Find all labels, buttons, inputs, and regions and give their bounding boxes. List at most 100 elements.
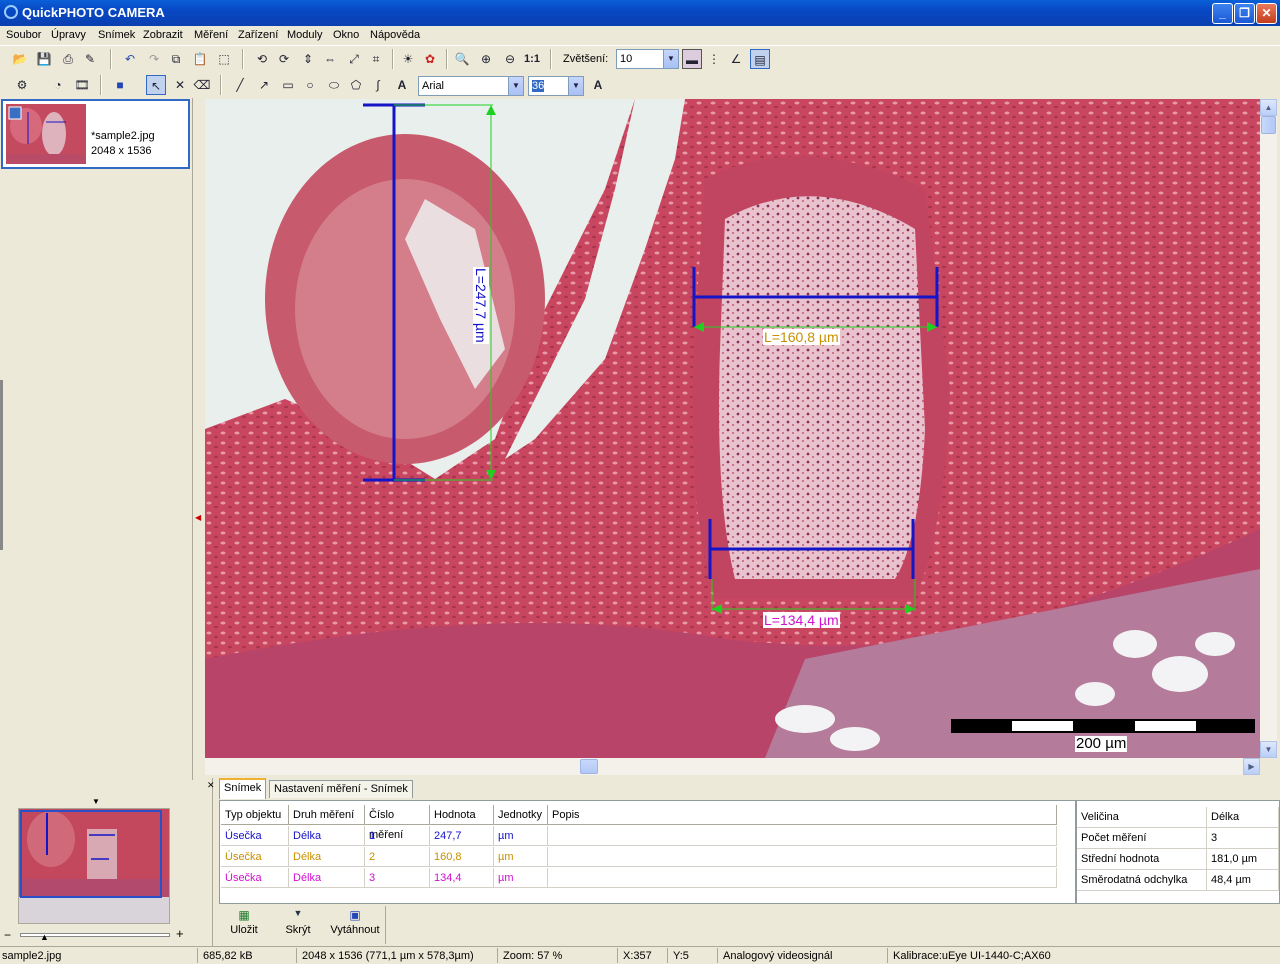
film-icon[interactable]: 🎞 [72, 75, 92, 95]
scroll-down-icon[interactable]: ▼ [1260, 741, 1277, 758]
panel-grip[interactable] [205, 778, 213, 946]
edit-icon[interactable]: ✎ [80, 49, 100, 69]
crop-icon[interactable]: ⌗ [366, 49, 386, 69]
text-icon[interactable]: A [392, 75, 412, 95]
cell-number: 2 [365, 847, 430, 867]
ellipse-icon[interactable]: ⬭ [324, 75, 344, 95]
scalebar-icon[interactable]: ▬ [682, 49, 702, 69]
flip-horizontal-icon[interactable]: ⇔ [320, 49, 340, 69]
eraser-icon[interactable]: ⌫ [192, 75, 212, 95]
collapse-arrow-icon[interactable]: ◀ [195, 513, 201, 522]
image-thumbnail-card[interactable]: *sample2.jpg 2048 x 1536 [1, 99, 190, 169]
menu-zarizeni[interactable]: Zařízení [238, 29, 278, 41]
maximize-button[interactable]: ❐ [1234, 3, 1255, 24]
status-source: Analogový videosignál [723, 950, 833, 962]
menu-soubor[interactable]: Soubor [6, 29, 41, 41]
scroll-up-icon[interactable]: ▲ [1260, 99, 1277, 116]
redo-icon[interactable]: ↷ [144, 49, 164, 69]
font-size-select[interactable]: 36 ▼ [528, 76, 584, 96]
cell-desc[interactable] [548, 868, 1057, 888]
pull-measurements-button[interactable]: ▣ Vytáhnout [327, 908, 383, 936]
print-icon[interactable]: ⎙ [58, 49, 78, 69]
circle-icon[interactable]: ○ [300, 75, 320, 95]
slider-thumb-icon[interactable]: ▲ [40, 932, 49, 942]
window-title: QuickPHOTO CAMERA [22, 5, 165, 20]
column-header[interactable]: Jednotky [494, 805, 548, 825]
stats-header-length: Délka [1207, 807, 1279, 828]
resize-icon[interactable]: ⤢ [344, 49, 364, 69]
menu-moduly[interactable]: Moduly [287, 29, 322, 41]
thumbnail-filename: *sample2.jpg [91, 130, 155, 142]
column-header[interactable]: Hodnota [430, 805, 494, 825]
scroll-right-icon[interactable]: ▶ [1243, 758, 1260, 775]
timer-icon[interactable]: ◔ [48, 75, 68, 95]
column-header[interactable]: Číslo měření [365, 805, 430, 841]
measurement-label-1[interactable]: L=247,7 µm [473, 267, 489, 344]
navigator-preview[interactable] [18, 808, 170, 924]
font-select[interactable]: Arial ▼ [418, 76, 524, 96]
close-button[interactable]: ✕ [1256, 3, 1277, 24]
panel-close-icon[interactable]: ✕ [207, 780, 215, 791]
minimize-button[interactable]: _ [1212, 3, 1233, 24]
curve-icon[interactable]: ∫ [368, 75, 388, 95]
tab-snimek[interactable]: Snímek [219, 778, 267, 799]
polygon-icon[interactable]: ⬠ [346, 75, 366, 95]
rotate-right-icon[interactable]: ⟳ [274, 49, 294, 69]
measurement-label-2[interactable]: L=160,8 µm [763, 329, 840, 345]
column-header[interactable]: Typ objektu [221, 805, 289, 825]
menu-okno[interactable]: Okno [333, 29, 359, 41]
angle-icon[interactable]: ∠ [726, 49, 746, 69]
delete-icon[interactable]: ✕ [170, 75, 190, 95]
horizontal-scroll-thumb[interactable] [580, 759, 598, 774]
chevron-down-icon: ▼ [568, 77, 583, 95]
menu-snimek[interactable]: Snímek [98, 29, 135, 41]
font-color-icon[interactable]: A [588, 75, 608, 95]
color-picker-icon[interactable]: ■ [110, 75, 130, 95]
camera-icon[interactable]: ⚙ [12, 75, 32, 95]
vertical-scroll-thumb[interactable] [1261, 116, 1276, 134]
zoom-1-1-button[interactable]: 1:1 [522, 49, 542, 69]
paste-icon[interactable]: 📋 [190, 49, 210, 69]
open-icon[interactable]: 📂 [10, 49, 30, 69]
hide-measurements-button[interactable]: ▼ Skrýt [283, 908, 313, 936]
menu-mereni[interactable]: Měření [194, 29, 228, 41]
zoom-out-small-icon[interactable]: − [4, 928, 11, 942]
navigator-collapse-icon[interactable]: ▼ [92, 797, 100, 806]
image-canvas[interactable]: L=247,7 µm L=160,8 µm L=134,4 µm 200 µm [205, 99, 1260, 758]
zoom-in-small-icon[interactable]: + [176, 926, 184, 941]
menu-upravy[interactable]: Úpravy [51, 29, 86, 41]
vertical-scrollbar[interactable]: ▲ ▼ [1260, 99, 1277, 758]
rectangle-icon[interactable]: ▭ [278, 75, 298, 95]
horizontal-scrollbar[interactable]: ▶ [205, 758, 1260, 775]
save-icon[interactable]: 💾 [34, 49, 54, 69]
vertical-scalebar-icon[interactable]: ⋮ [704, 49, 724, 69]
column-header[interactable]: Popis [548, 805, 1057, 825]
status-bar: sample2.jpg 685,82 kB 2048 x 1536 (771,1… [0, 946, 1280, 964]
flip-vertical-icon[interactable]: ⇕ [298, 49, 318, 69]
cell-value: 160,8 [430, 847, 494, 867]
select-rect-icon[interactable]: ⬚ [214, 49, 234, 69]
panel-toggle-icon[interactable]: ▤ [750, 49, 770, 69]
column-header[interactable]: Druh měření [289, 805, 365, 825]
zoom-in-icon[interactable]: ⊕ [476, 49, 496, 69]
menu-zobrazit[interactable]: Zobrazit [143, 29, 183, 41]
copy-icon[interactable]: ⧉ [166, 49, 186, 69]
tab-nastaveni-mereni[interactable]: Nastavení měření - Snímek [269, 780, 413, 798]
line-icon[interactable]: ╱ [230, 75, 250, 95]
zoom-icon[interactable]: 🔍 [452, 49, 472, 69]
zoom-out-icon[interactable]: ⊖ [500, 49, 520, 69]
arrow-icon[interactable]: ↗ [254, 75, 274, 95]
cell-desc[interactable] [548, 847, 1057, 867]
undo-icon[interactable]: ↶ [120, 49, 140, 69]
menu-napoveda[interactable]: Nápověda [370, 29, 420, 41]
save-measurements-button[interactable]: ▦ Uložit [227, 908, 261, 936]
cell-desc[interactable] [548, 826, 1057, 846]
zoom-select[interactable]: 10 ▼ [616, 49, 679, 69]
brightness-icon[interactable]: ☀ [398, 49, 418, 69]
rotate-left-icon[interactable]: ⟲ [252, 49, 272, 69]
cursor-icon[interactable]: ↖ [146, 75, 166, 95]
color-balance-icon[interactable]: ✿ [420, 49, 440, 69]
measurement-label-3[interactable]: L=134,4 µm [763, 612, 840, 628]
app-icon [4, 5, 18, 19]
cell-value: 247,7 [430, 826, 494, 846]
